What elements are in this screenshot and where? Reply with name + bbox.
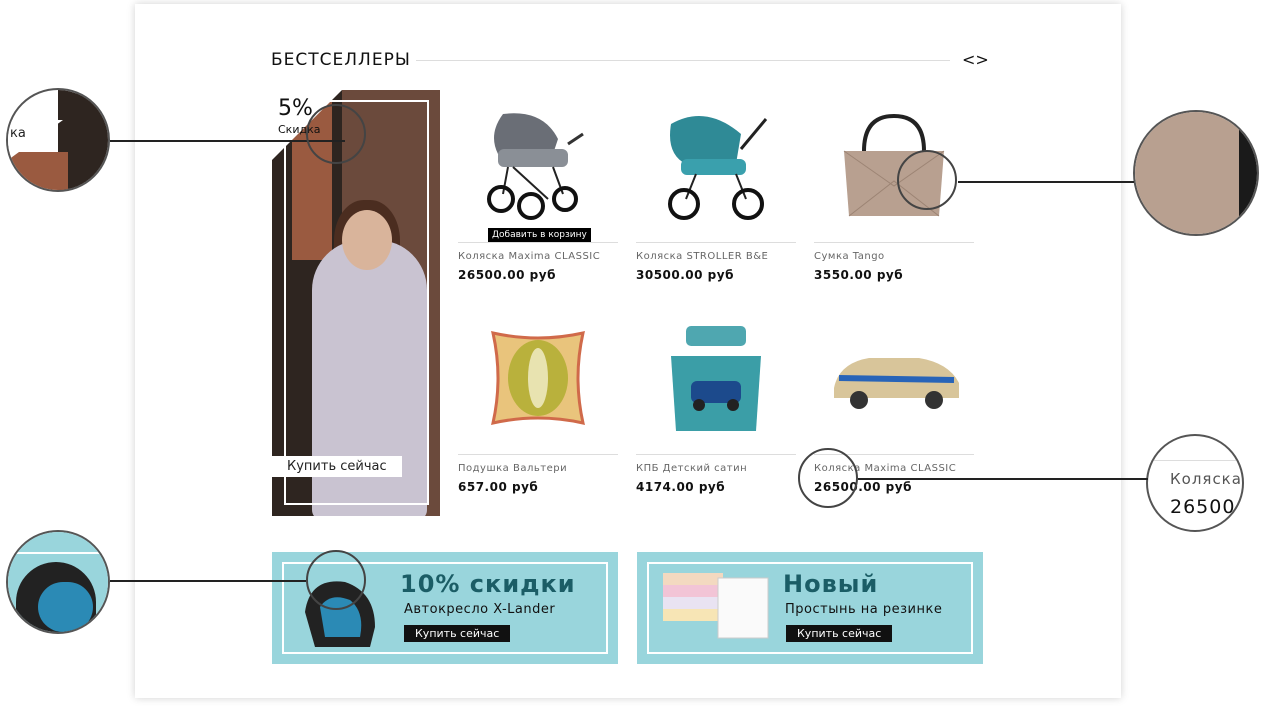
banner-heading: 10% скидки xyxy=(400,570,576,598)
zoom-marker xyxy=(306,104,366,164)
product-divider xyxy=(636,242,796,243)
product-divider xyxy=(636,454,796,455)
product-card[interactable]: КПБ Детский сатин 4174.00 руб xyxy=(636,308,796,494)
stroller-icon xyxy=(668,115,768,220)
promo-banner-sheet[interactable]: Новый Простынь на резинке Купить сейчас xyxy=(637,552,983,664)
product-name[interactable]: Подушка Вальтери xyxy=(458,463,618,474)
zoom-marker xyxy=(798,448,858,508)
promo-frame xyxy=(284,100,429,505)
product-price: 26500.00 руб xyxy=(458,268,556,282)
banner-subtitle: Автокресло X-Lander xyxy=(404,602,556,617)
pillow-icon xyxy=(491,331,585,425)
zoom-callout-bag xyxy=(1133,110,1259,236)
car-bed-icon xyxy=(834,358,959,409)
chevron-left-icon[interactable]: < xyxy=(962,50,975,69)
product-card[interactable]: Подушка Вальтери 657.00 руб xyxy=(458,308,618,494)
product-image[interactable] xyxy=(636,308,796,448)
zoom-marker xyxy=(897,150,957,210)
product-price: 30500.00 руб xyxy=(636,268,734,282)
zoom-marker xyxy=(306,550,366,610)
product-image[interactable] xyxy=(458,308,618,448)
callout-line xyxy=(110,580,306,582)
product-price: 657.00 руб xyxy=(458,480,539,494)
product-image[interactable]: Добавить в корзину xyxy=(458,96,618,242)
section-title: БЕСТСЕЛЛЕРЫ xyxy=(271,50,411,70)
zoom-bag-strap xyxy=(1239,112,1257,234)
product-price: 3550.00 руб xyxy=(814,268,904,282)
banner-buy-button[interactable]: Купить сейчас xyxy=(786,625,893,642)
promo-buy-button[interactable]: Купить сейчас xyxy=(272,456,402,477)
zoom-bag-texture xyxy=(1135,112,1245,234)
zoom-divider xyxy=(1148,460,1242,461)
product-divider xyxy=(814,242,974,243)
banner-heading: Новый xyxy=(783,570,879,598)
product-card[interactable]: Добавить в корзину Коляска Maxima CLASSI… xyxy=(458,96,618,282)
stroller-icon xyxy=(487,112,584,220)
product-name[interactable]: Сумка Tango xyxy=(814,251,974,262)
zoom-product-name: Коляска xyxy=(1170,470,1242,488)
product-name[interactable]: Коляска STROLLER B&E xyxy=(636,251,796,262)
callout-line xyxy=(858,478,1148,480)
sheets-icon xyxy=(663,573,769,639)
product-card[interactable]: Коляска STROLLER B&E 30500.00 руб xyxy=(636,96,796,282)
zoom-callout-price: Коляска 26500. xyxy=(1146,434,1244,532)
zoom-frame-line xyxy=(8,552,108,554)
callout-line xyxy=(958,181,1134,183)
zoom-product-price: 26500. xyxy=(1170,496,1243,518)
zoom-bricks xyxy=(8,152,68,190)
product-divider xyxy=(458,242,618,243)
add-to-cart-button[interactable]: Добавить в корзину xyxy=(488,228,591,242)
title-divider xyxy=(416,60,950,61)
product-image[interactable] xyxy=(636,96,796,236)
banner-subtitle: Простынь на резинке xyxy=(785,602,943,617)
product-name[interactable]: Коляска Maxima CLASSIC xyxy=(458,251,618,262)
zoom-seat-cushion xyxy=(38,582,93,632)
discount-value: 5% xyxy=(278,96,313,121)
zoom-text: ка xyxy=(10,126,26,141)
zoom-callout-discount: ка xyxy=(6,88,110,192)
product-image[interactable] xyxy=(814,308,974,448)
zoom-callout-car-seat xyxy=(6,530,110,634)
bedding-icon xyxy=(671,325,761,431)
chevron-right-icon[interactable]: > xyxy=(975,50,988,69)
product-price: 4174.00 руб xyxy=(636,480,726,494)
product-name[interactable]: КПБ Детский сатин xyxy=(636,463,796,474)
product-divider xyxy=(458,454,618,455)
carousel-arrows: <> xyxy=(962,50,989,69)
banner-buy-button[interactable]: Купить сейчас xyxy=(404,625,511,642)
